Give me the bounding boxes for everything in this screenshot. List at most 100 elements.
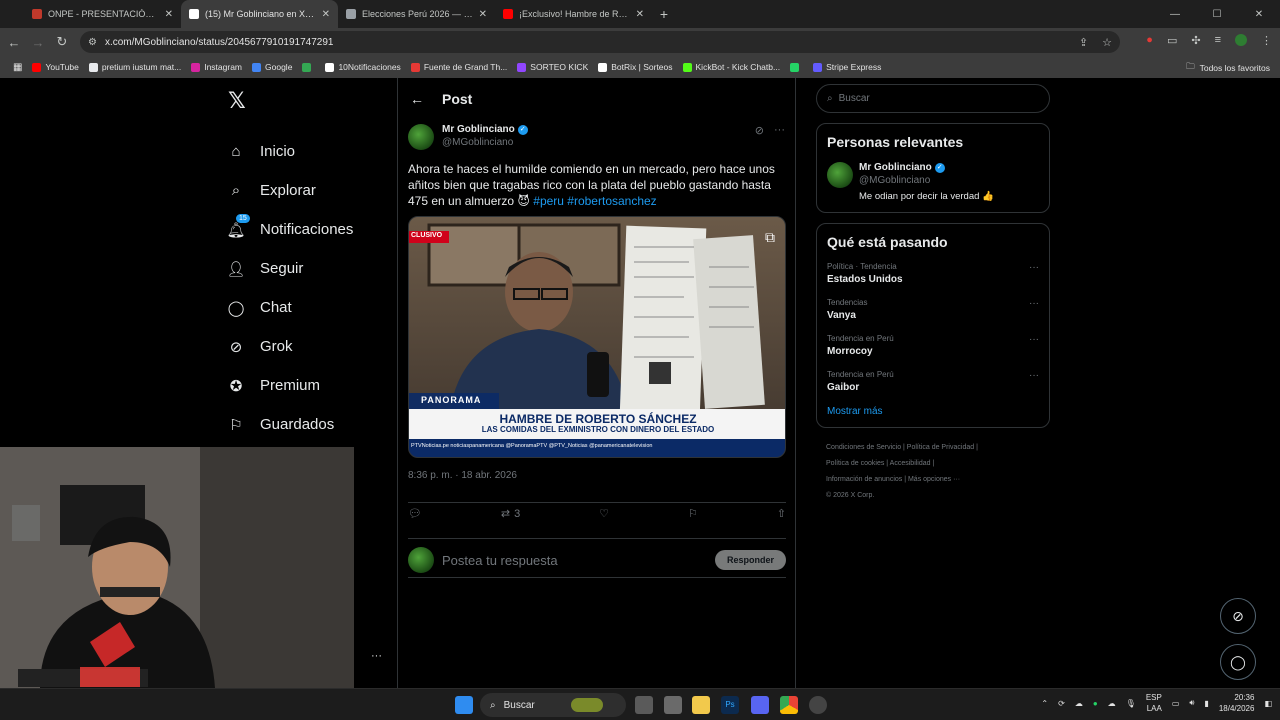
- nav-item-inicio[interactable]: ⌂ Inicio: [222, 132, 392, 171]
- task-view-icon[interactable]: [635, 696, 653, 714]
- post-author[interactable]: Mr Goblinciano ✓ @MGoblinciano: [408, 124, 528, 150]
- all-bookmarks[interactable]: 🗀 Todos los favoritos: [1186, 61, 1270, 75]
- post-media-video[interactable]: CLUSIVO ⧉ PANORAMA HAMBRE DE ROBERTO SÁN…: [408, 216, 786, 458]
- tray-chevron-icon[interactable]: ⌃: [1041, 699, 1048, 708]
- notification-icon[interactable]: ◧: [1264, 699, 1272, 708]
- show-more-link[interactable]: Mostrar más: [827, 406, 1039, 417]
- grok-explain-icon[interactable]: ⊘: [755, 124, 764, 137]
- avatar[interactable]: [408, 124, 434, 150]
- more-options-icon[interactable]: ···: [1029, 262, 1039, 285]
- nav-item-notificaciones[interactable]: 🔔︎ 15 Notificaciones: [222, 210, 392, 249]
- file-explorer-icon[interactable]: [692, 696, 710, 714]
- browser-menu-icon[interactable]: ⋮: [1261, 34, 1272, 47]
- bookmark-item[interactable]: pretium iustum mat...: [84, 62, 186, 72]
- extension-icon-red[interactable]: ●: [1146, 34, 1153, 47]
- address-bar[interactable]: ⚙ x.com/MGoblinciano/status/204567791019…: [80, 31, 1120, 53]
- trend-item[interactable]: Tendencia en Perú Morrocoy ···: [827, 334, 1039, 357]
- star-icon[interactable]: ☆: [1102, 36, 1112, 49]
- maximize-button[interactable]: ☐: [1196, 0, 1238, 28]
- browser-tab[interactable]: Elecciones Perú 2026 — Congr ✕: [338, 0, 495, 28]
- close-tab-icon[interactable]: ✕: [636, 9, 644, 20]
- network-icon[interactable]: ▭: [1172, 699, 1180, 708]
- browser-tab[interactable]: (15) Mr Goblinciano en X: "Aho ✕: [181, 0, 338, 28]
- taskbar-clock[interactable]: 20:36 18/4/2026: [1219, 692, 1255, 714]
- nav-item-seguir[interactable]: 👤︎ Seguir: [222, 249, 392, 288]
- bookmark-item[interactable]: BotRix | Sorteos: [593, 62, 677, 72]
- more-options-icon[interactable]: ···: [774, 124, 785, 137]
- more-options-icon[interactable]: ···: [1029, 370, 1039, 393]
- author-name[interactable]: Mr Goblinciano: [442, 124, 515, 135]
- more-options-icon[interactable]: ···: [1029, 334, 1039, 357]
- apps-grid-icon[interactable]: ▦: [8, 62, 27, 73]
- nav-item-premium[interactable]: ✪ Premium: [222, 366, 392, 405]
- reply-input[interactable]: Postea tu respuesta: [442, 553, 707, 568]
- minimize-button[interactable]: —: [1154, 0, 1196, 28]
- back-arrow-icon[interactable]: ←: [410, 91, 424, 107]
- x-logo-icon[interactable]: 𝕏: [228, 88, 392, 114]
- post-hashtags[interactable]: #peru #robertosanchez: [533, 194, 656, 208]
- nav-item-explorar[interactable]: ⌕ Explorar: [222, 171, 392, 210]
- share-icon[interactable]: ⇧: [777, 507, 786, 520]
- close-tab-icon[interactable]: ✕: [165, 9, 173, 20]
- profile-avatar[interactable]: [1235, 34, 1247, 46]
- bookmark-item[interactable]: [297, 62, 320, 72]
- forward-button[interactable]: →: [26, 35, 50, 50]
- close-window-button[interactable]: ✕: [1238, 0, 1280, 28]
- taskbar-search[interactable]: ⌕ Buscar: [480, 693, 626, 717]
- tray-cloud-icon[interactable]: ☁: [1108, 699, 1116, 708]
- bookmark-icon[interactable]: ⚐: [688, 507, 698, 520]
- extension-icon[interactable]: ▭: [1167, 34, 1177, 47]
- bookmark-item[interactable]: [785, 62, 808, 72]
- author-handle[interactable]: @MGoblinciano: [442, 137, 528, 148]
- chat-floating-button[interactable]: ◯: [1220, 644, 1256, 680]
- bookmark-item[interactable]: Google: [247, 62, 297, 72]
- new-tab-button[interactable]: +: [652, 0, 676, 28]
- post-timestamp[interactable]: 8:36 p. m. · 18 abr. 2026: [408, 470, 517, 481]
- chrome-icon[interactable]: [780, 696, 798, 714]
- bookmark-item[interactable]: Instagram: [186, 62, 247, 72]
- bookmark-item[interactable]: Stripe Express: [808, 62, 886, 72]
- browser-tab[interactable]: ONPE - PRESENTACIÓN DE RES ✕: [24, 0, 181, 28]
- app-icon-device[interactable]: [664, 696, 682, 714]
- photoshop-icon[interactable]: Ps: [721, 696, 739, 714]
- tray-sync-icon[interactable]: ⟳: [1058, 699, 1065, 708]
- reload-button[interactable]: ↻: [50, 34, 74, 50]
- media-close-icon[interactable]: ⧉: [765, 229, 775, 246]
- bookmark-item[interactable]: SORTEO KICK: [512, 62, 593, 72]
- nav-item-guardados[interactable]: ⚐ Guardados: [222, 405, 392, 444]
- more-options-icon[interactable]: ···: [1029, 298, 1039, 321]
- grok-floating-button[interactable]: ⊘: [1220, 598, 1256, 634]
- reply-icon[interactable]: 💬︎: [408, 507, 422, 520]
- windows-start-icon[interactable]: [455, 696, 473, 714]
- back-button[interactable]: ←: [2, 35, 26, 50]
- battery-icon[interactable]: ▮: [1204, 699, 1208, 708]
- nav-item-grok[interactable]: ⊘ Grok: [222, 327, 392, 366]
- like-icon[interactable]: ♡: [599, 507, 609, 520]
- trend-item[interactable]: Tendencias Vanya ···: [827, 298, 1039, 321]
- nav-item-chat[interactable]: ◯ Chat: [222, 288, 392, 327]
- relevant-name[interactable]: Mr Goblinciano: [859, 162, 932, 173]
- bookmark-item[interactable]: YouTube: [27, 62, 83, 72]
- more-menu-icon[interactable]: ···: [371, 650, 382, 662]
- site-info-icon[interactable]: ⚙: [88, 37, 97, 48]
- tray-cloud-icon[interactable]: ☁: [1075, 699, 1083, 708]
- bookmark-item[interactable]: 10Notificaciones: [320, 62, 405, 72]
- language-indicator[interactable]: ESP LAA: [1146, 692, 1162, 714]
- trend-item[interactable]: Política · Tendencia Estados Unidos ···: [827, 262, 1039, 285]
- close-tab-icon[interactable]: ✕: [322, 9, 330, 20]
- reply-button[interactable]: Responder: [714, 550, 786, 570]
- app-icon-red[interactable]: [809, 696, 827, 714]
- microphone-icon[interactable]: 🎙︎: [1126, 699, 1136, 708]
- volume-icon[interactable]: 🔊︎: [1189, 698, 1194, 708]
- discord-icon[interactable]: [751, 696, 769, 714]
- close-tab-icon[interactable]: ✕: [479, 9, 487, 20]
- relevant-handle[interactable]: @MGoblinciano: [859, 175, 994, 186]
- install-app-icon[interactable]: ⇪: [1079, 36, 1088, 49]
- bookmark-item[interactable]: KickBot - Kick Chatb...: [678, 62, 786, 72]
- retweet-button[interactable]: ⇄ 3: [501, 507, 520, 521]
- bookmark-item[interactable]: Fuente de Grand Th...: [406, 62, 512, 72]
- avatar[interactable]: [827, 162, 853, 188]
- reading-list-icon[interactable]: ≡: [1215, 34, 1221, 47]
- tray-app-icon[interactable]: ●: [1093, 699, 1098, 708]
- extensions-puzzle-icon[interactable]: ✣: [1191, 34, 1200, 47]
